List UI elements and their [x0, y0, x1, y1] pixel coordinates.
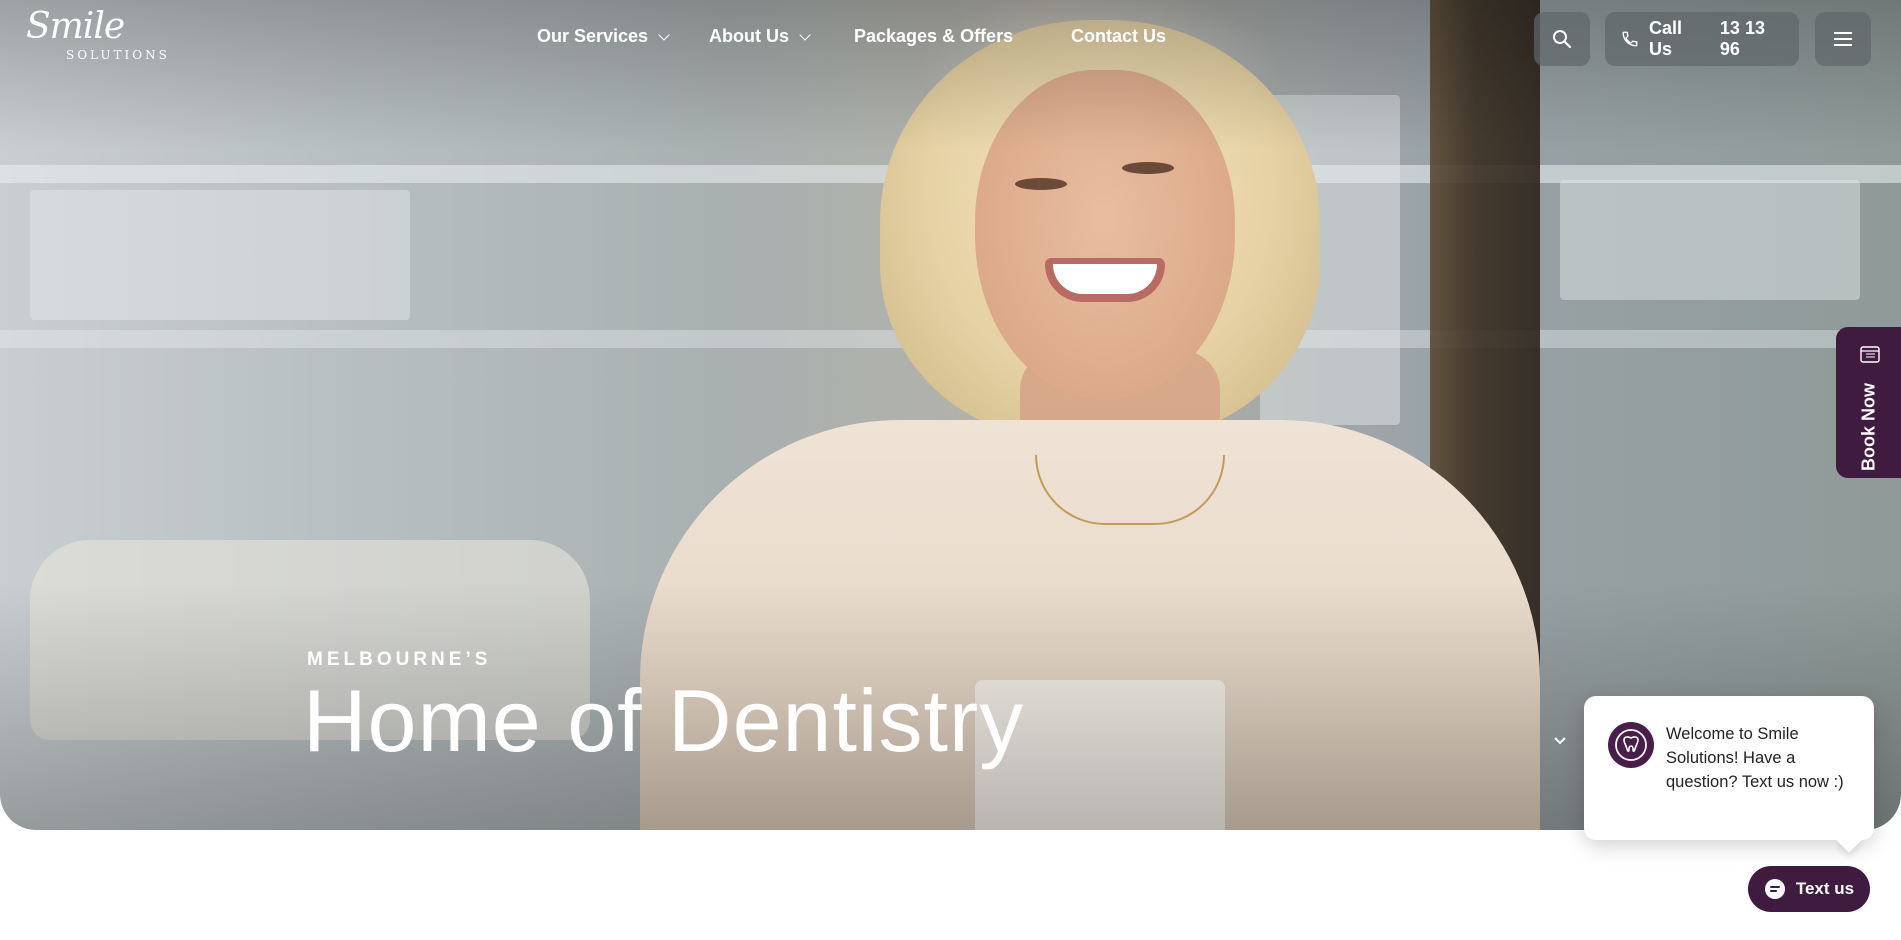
- nav-item-label: Our Services: [537, 26, 649, 46]
- hero-eyebrow: MELBOURNE’S: [307, 649, 492, 670]
- nav-item-label: Packages & Offers: [854, 26, 1014, 46]
- calendar-icon: [1860, 346, 1880, 363]
- chevron-down-icon: [658, 28, 670, 41]
- call-us-button[interactable]: Call Us 13 13 96: [1605, 12, 1799, 66]
- call-us-label: Call Us: [1649, 18, 1683, 59]
- chat-bubble-icon: [1764, 879, 1785, 899]
- book-now-tab[interactable]: Book Now: [1836, 327, 1901, 478]
- chat-welcome-message: Welcome to Smile Solutions! Have a quest…: [1666, 725, 1844, 791]
- text-us-label: Text us: [1795, 879, 1855, 898]
- chat-welcome-popup[interactable]: Welcome to Smile Solutions! Have a quest…: [1584, 696, 1874, 840]
- menu-button[interactable]: [1815, 12, 1871, 66]
- logo-script-text: Smile: [26, 6, 125, 47]
- tooth-heart-icon: [1615, 729, 1647, 761]
- chat-avatar: [1608, 722, 1654, 768]
- phone-icon: [1622, 31, 1638, 47]
- nav-item-label: About Us: [709, 26, 789, 46]
- hero-headline: Home of Dentistry: [303, 671, 1025, 770]
- call-us-number: 13 13 96: [1719, 18, 1765, 59]
- book-now-label: Book Now: [1858, 383, 1879, 471]
- nav-item-contact-us[interactable]: Contact Us: [1071, 26, 1166, 47]
- hamburger-icon: [1834, 32, 1852, 46]
- logo-caps-text: SOLUTIONS: [66, 48, 170, 62]
- main-nav: Our Services About Us Packages & Offers …: [537, 26, 1166, 47]
- search-button[interactable]: [1534, 12, 1590, 66]
- chevron-down-icon: [799, 28, 811, 41]
- nav-item-about-us[interactable]: About Us: [709, 26, 854, 47]
- chevron-down-icon[interactable]: [1552, 733, 1568, 749]
- search-icon: [1553, 30, 1572, 49]
- nav-item-packages-offers[interactable]: Packages & Offers: [854, 26, 1071, 47]
- site-logo[interactable]: Smile SOLUTIONS: [22, 6, 172, 72]
- nav-item-label: Contact Us: [1071, 26, 1167, 46]
- nav-item-our-services[interactable]: Our Services: [537, 26, 709, 47]
- text-us-button[interactable]: Text us: [1748, 866, 1870, 912]
